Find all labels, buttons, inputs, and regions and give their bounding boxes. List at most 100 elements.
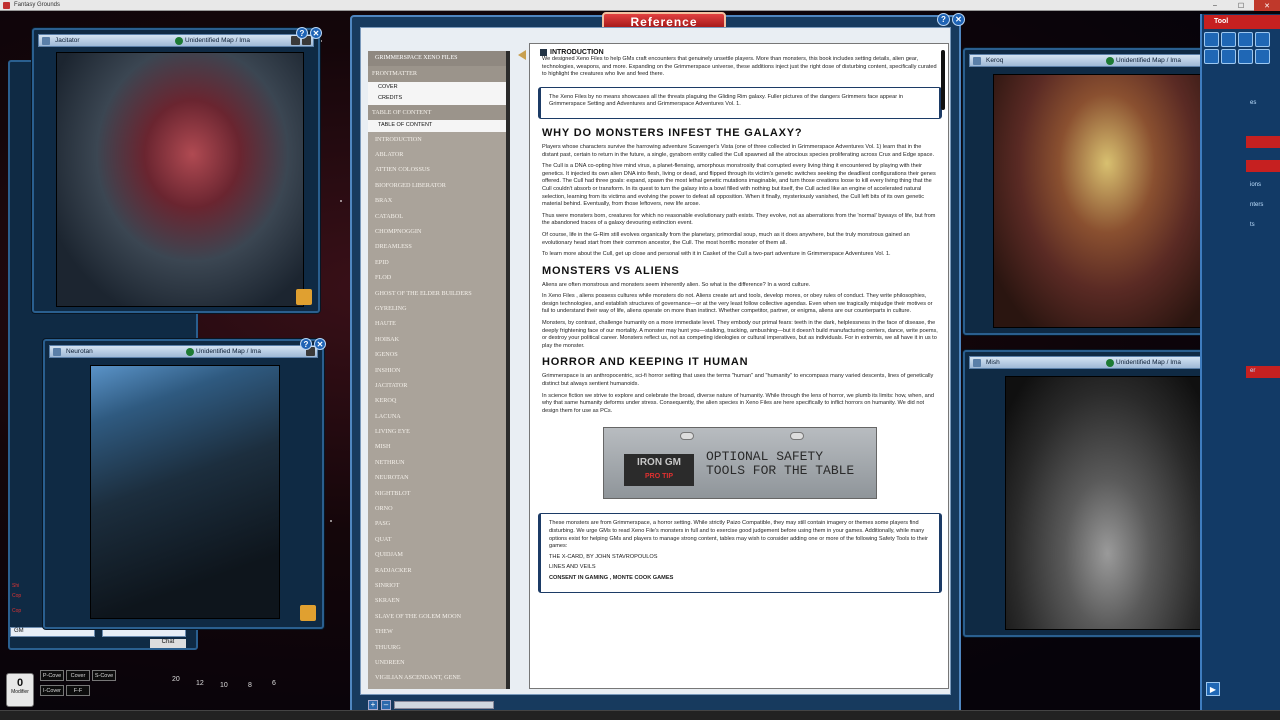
tool-button[interactable] bbox=[1255, 32, 1270, 47]
toc-item[interactable]: Chompnoggin bbox=[368, 224, 506, 239]
hotkey-button[interactable]: Cover bbox=[66, 670, 90, 681]
toc-item[interactable]: Quidjam bbox=[368, 547, 506, 562]
hotkey-button[interactable]: I-Cover bbox=[40, 685, 64, 696]
map-link[interactable]: Unidentified Map / Ima bbox=[196, 348, 261, 355]
toc-item[interactable]: Thew bbox=[368, 624, 506, 639]
die-d6[interactable]: 6 bbox=[272, 680, 276, 687]
tool-button[interactable] bbox=[1204, 32, 1219, 47]
help-button[interactable]: ? bbox=[937, 13, 950, 26]
tool-label[interactable]: ions bbox=[1250, 182, 1261, 188]
close-button[interactable]: ✕ bbox=[314, 338, 326, 350]
play-button[interactable]: ▶ bbox=[1206, 682, 1220, 696]
toc-item[interactable]: Living Eye bbox=[368, 424, 506, 439]
toc-item[interactable]: Gyreling bbox=[368, 301, 506, 316]
tool-label[interactable]: nters bbox=[1250, 202, 1263, 208]
hotkey-button[interactable]: S-Cove bbox=[92, 670, 116, 681]
window-header[interactable]: Jacitator Unidentified Map / Ima bbox=[38, 34, 314, 47]
table-of-contents[interactable]: Grimmerspace Xeno Files Frontmatter Cover C… bbox=[368, 51, 510, 689]
lock-icon[interactable] bbox=[53, 348, 61, 356]
toc-item[interactable]: Igenos bbox=[368, 347, 506, 362]
tool-highlight[interactable] bbox=[1246, 136, 1280, 148]
collapse-toc-icon[interactable] bbox=[518, 50, 526, 60]
toc-item[interactable]: Skraen bbox=[368, 593, 506, 608]
toc-item[interactable]: Ghost of the Elder Builders bbox=[368, 286, 506, 301]
hotkey-button[interactable]: P-Cove bbox=[40, 670, 64, 681]
modifier-box[interactable]: 0 Modifier bbox=[6, 673, 34, 707]
die-d20[interactable]: 20 bbox=[172, 676, 180, 683]
close-button[interactable]: ✕ bbox=[310, 27, 322, 39]
content-scrollbar[interactable] bbox=[941, 50, 945, 110]
toc-item[interactable]: Brax bbox=[368, 193, 506, 208]
tool-button[interactable] bbox=[1221, 32, 1236, 47]
toc-item[interactable]: Neurotan bbox=[368, 470, 506, 485]
tool-label[interactable]: er bbox=[1250, 368, 1255, 374]
tool-highlight[interactable] bbox=[1246, 160, 1280, 172]
tool-label[interactable]: ts bbox=[1250, 222, 1255, 228]
toc-item[interactable]: Frontmatter bbox=[368, 66, 506, 82]
toc-item[interactable]: Sinriot bbox=[368, 578, 506, 593]
horizontal-scrollbar[interactable] bbox=[394, 701, 494, 709]
toc-item[interactable]: Table of Content bbox=[368, 120, 506, 132]
maximize-button[interactable]: ☐ bbox=[1228, 0, 1254, 11]
zoom-out-button[interactable]: – bbox=[381, 700, 391, 710]
toc-item[interactable]: Cover bbox=[368, 81, 506, 94]
map-link[interactable]: Unidentified Map / Ima bbox=[185, 37, 250, 44]
toc-item[interactable]: Dreamless bbox=[368, 239, 506, 254]
help-button[interactable]: ? bbox=[300, 338, 312, 350]
close-button[interactable]: ✕ bbox=[952, 13, 965, 26]
lock-icon[interactable] bbox=[42, 37, 50, 45]
toc-item[interactable]: Catabol bbox=[368, 209, 506, 224]
toc-item[interactable]: Table of Content bbox=[368, 104, 506, 121]
toc-item[interactable]: Bioforged Liberator bbox=[368, 178, 506, 193]
help-button[interactable]: ? bbox=[296, 27, 308, 39]
die-d8[interactable]: 8 bbox=[248, 682, 252, 689]
toc-item[interactable]: Epid bbox=[368, 255, 506, 270]
toc-item[interactable]: Nethrun bbox=[368, 455, 506, 470]
toc-item[interactable]: Attien Colossus bbox=[368, 162, 506, 177]
tool-label[interactable]: es bbox=[1250, 100, 1256, 106]
toc-item[interactable]: Introduction bbox=[368, 132, 506, 147]
toc-item[interactable]: Undreen bbox=[368, 655, 506, 670]
toc-item[interactable]: Hoibak bbox=[368, 332, 506, 347]
toc-item[interactable]: Keroq bbox=[368, 393, 506, 408]
toc-item[interactable]: Quat bbox=[368, 532, 506, 547]
map-link[interactable]: Unidentified Map / Ima bbox=[1116, 359, 1181, 366]
toc-item[interactable]: Jacitator bbox=[368, 378, 506, 393]
toc-item[interactable]: Thuurg bbox=[368, 640, 506, 655]
toc-item[interactable]: Mish bbox=[368, 439, 506, 454]
tool-button[interactable] bbox=[1255, 49, 1270, 64]
toc-item[interactable]: Pasg bbox=[368, 516, 506, 531]
toc-item[interactable]: Inshion bbox=[368, 363, 506, 378]
tool-button[interactable] bbox=[1238, 32, 1253, 47]
toc-item[interactable]: Flod bbox=[368, 270, 506, 285]
resize-handle[interactable] bbox=[296, 289, 312, 305]
tool-button[interactable] bbox=[1238, 49, 1253, 64]
window-header[interactable]: Neurotan Unidentified Map / Ima bbox=[49, 345, 318, 358]
toc-item[interactable]: Slave of the Golem Moon bbox=[368, 609, 506, 624]
map-link[interactable]: Unidentified Map / Ima bbox=[1116, 57, 1181, 64]
chat-send-button[interactable]: Chat bbox=[150, 639, 186, 648]
toc-item[interactable]: Credits bbox=[368, 93, 506, 105]
hotkey-button[interactable]: F-F bbox=[66, 685, 90, 696]
lock-icon[interactable] bbox=[973, 359, 981, 367]
toc-item[interactable]: Ablator bbox=[368, 147, 506, 162]
reference-window[interactable]: Reference ? ✕ Grimmerspace Xeno Files Fro… bbox=[350, 12, 965, 717]
toc-item[interactable]: Nightblot bbox=[368, 486, 506, 501]
reference-content[interactable]: INTRODUCTION We designed Xeno Files to h… bbox=[529, 43, 949, 689]
lock-icon[interactable] bbox=[973, 57, 981, 65]
image-window-neurotan[interactable]: Neurotan Unidentified Map / Ima ? ✕ bbox=[43, 338, 326, 629]
die-d12[interactable]: 12 bbox=[196, 680, 204, 687]
zoom-in-button[interactable]: + bbox=[368, 700, 378, 710]
close-app-button[interactable]: ✕ bbox=[1254, 0, 1280, 11]
toc-item[interactable]: Orno bbox=[368, 501, 506, 516]
toc-item[interactable]: Lacuna bbox=[368, 409, 506, 424]
die-d10[interactable]: 10 bbox=[220, 682, 228, 689]
tool-button[interactable] bbox=[1204, 49, 1219, 64]
minimize-button[interactable]: – bbox=[1202, 0, 1228, 11]
toc-item[interactable]: Grimmerspace Xeno Files bbox=[368, 51, 506, 67]
resize-handle[interactable] bbox=[300, 605, 316, 621]
image-window-jacitator[interactable]: Jacitator Unidentified Map / Ima ? ✕ bbox=[32, 27, 322, 313]
tool-button[interactable] bbox=[1221, 49, 1236, 64]
toc-item[interactable]: Vigilian Ascendant, Gene bbox=[368, 670, 506, 685]
toc-item[interactable]: Radjacker bbox=[368, 563, 506, 578]
